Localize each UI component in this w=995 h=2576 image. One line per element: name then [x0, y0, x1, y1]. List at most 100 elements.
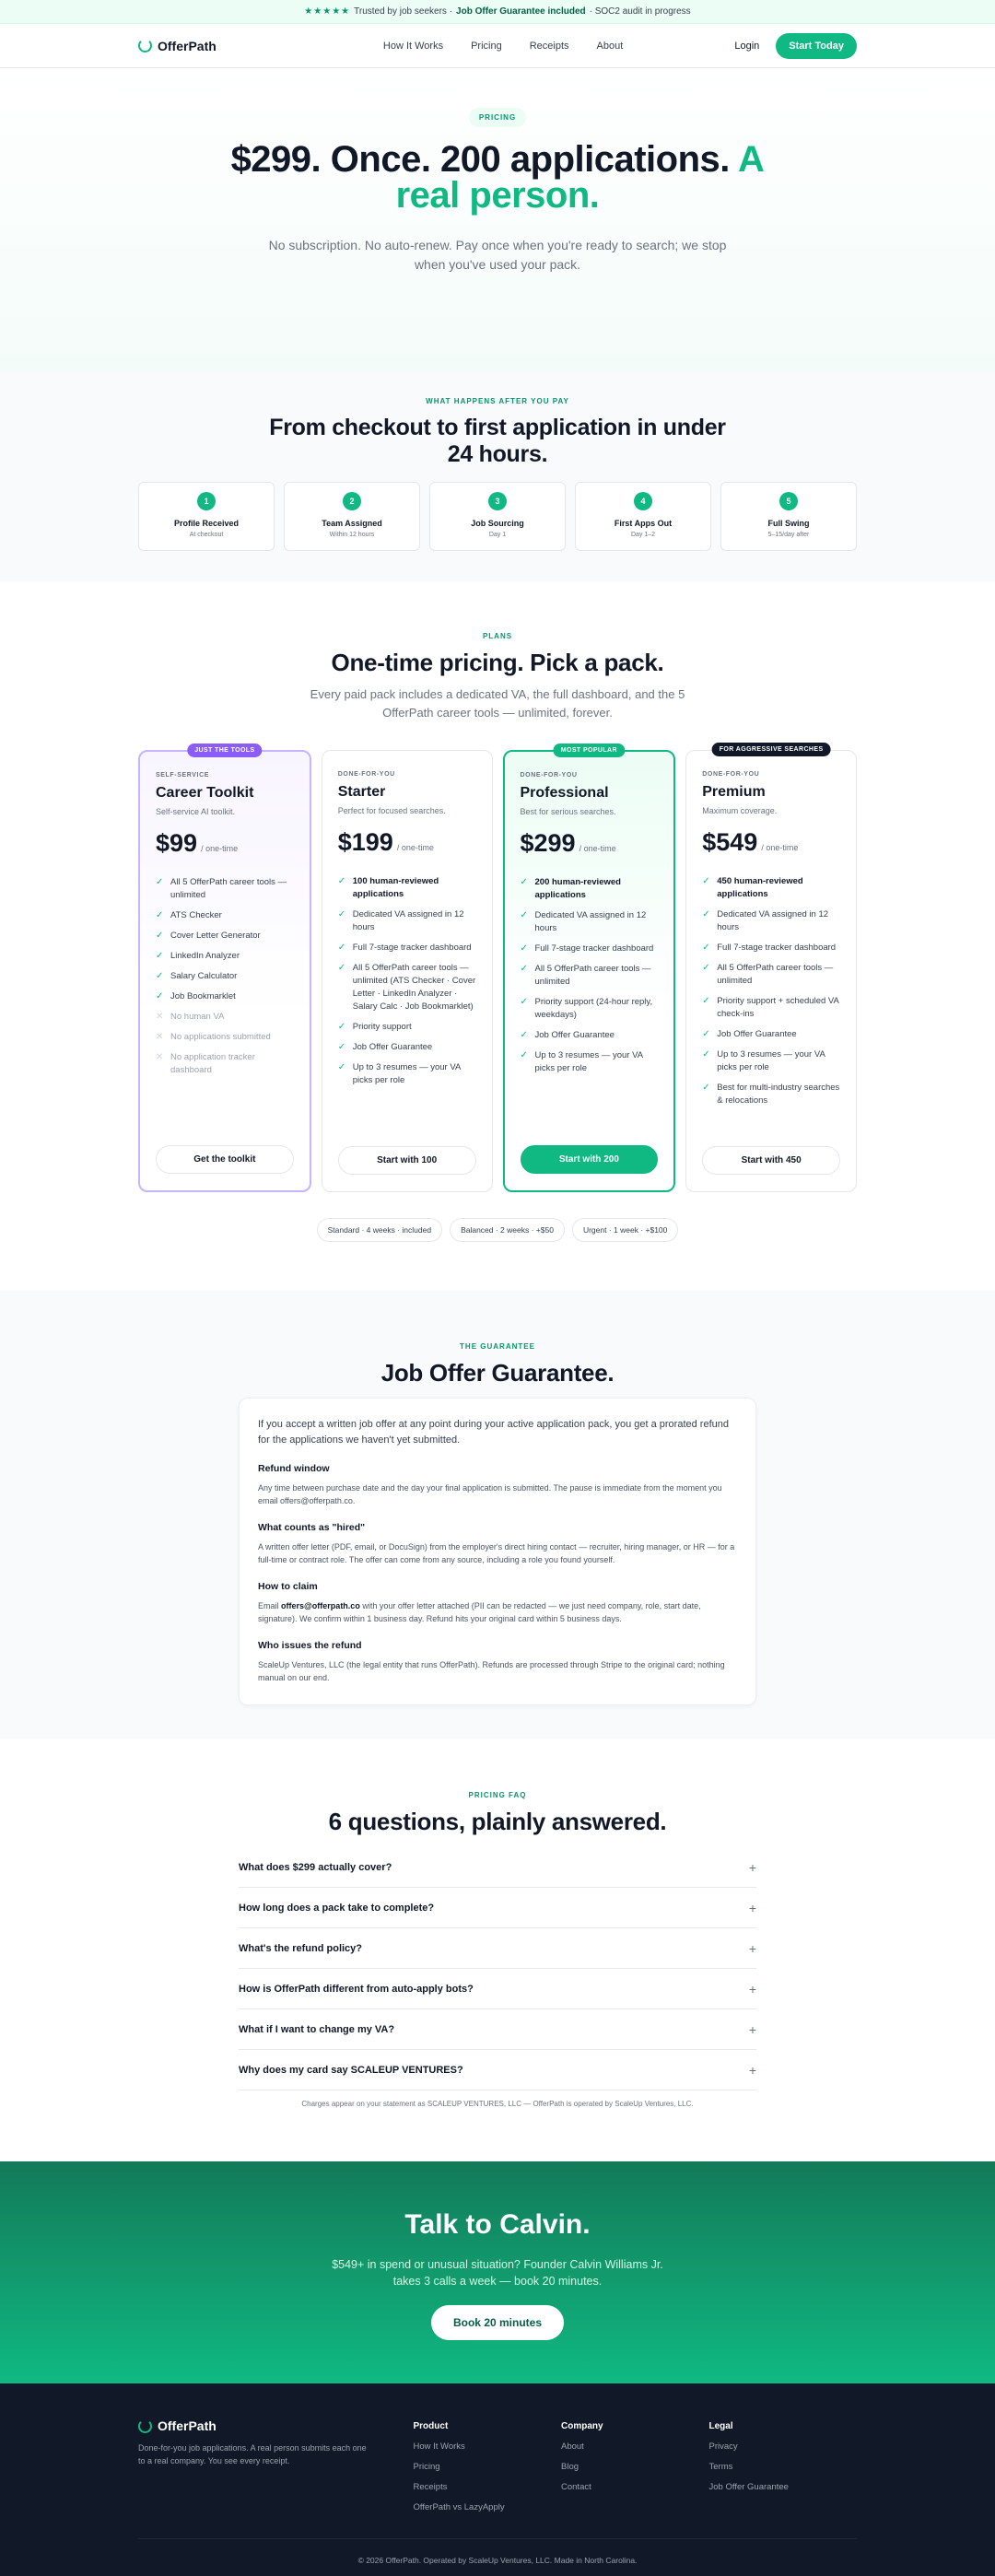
timeline-title: From checkout to first application in un…	[269, 415, 726, 467]
faq-item[interactable]: What's the refund policy? +	[239, 1928, 756, 1969]
pricing-card: DONE-FOR-YOU Starter Perfect for focused s…	[321, 750, 493, 1192]
pricing-card: MOST POPULAR DONE-FOR-YOU Professional Best…	[502, 744, 676, 1192]
feature-text: 450 human-reviewed applications	[717, 876, 803, 899]
check-icon: ✓	[156, 951, 164, 961]
nav-link-pricing[interactable]: Pricing	[471, 41, 502, 52]
step-number: 1	[197, 492, 216, 510]
stars-rating: ★★★★★	[304, 6, 351, 17]
speed-option-balanced[interactable]: Balanced · 2 weeks · +$50	[450, 1218, 565, 1242]
footer-link[interactable]: Contact	[561, 2482, 709, 2492]
feature-item: ✓ Salary Calculator	[156, 970, 294, 983]
faq-item[interactable]: How is OfferPath different from auto-app…	[239, 1969, 756, 2009]
footer-link[interactable]: How It Works	[414, 2441, 562, 2452]
nav-link-about[interactable]: About	[597, 41, 624, 52]
plan-cta-button[interactable]: Start with 200	[520, 1145, 659, 1174]
feature-text: No human VA	[170, 1012, 225, 1022]
x-icon: ✕	[156, 1032, 164, 1042]
guarantee-title: Job Offer Guarantee.	[380, 1359, 615, 1387]
feature-item: ✓ All 5 OfferPath career tools — unlimite…	[338, 962, 476, 1013]
footer-link[interactable]: Terms	[709, 2462, 858, 2472]
who-issues-heading: Who issues the refund	[258, 1640, 362, 1651]
plan-cta-button[interactable]: Start with 100	[337, 1146, 476, 1175]
footer-link[interactable]: Pricing	[414, 2462, 562, 2472]
feature-text: LinkedIn Analyzer	[170, 951, 240, 961]
footer-link[interactable]: About	[561, 2441, 709, 2452]
start-today-button[interactable]: Start Today	[776, 32, 857, 59]
logo-icon	[138, 2418, 152, 2433]
hero-subtitle: No subscription. No auto-renew. Pay once…	[268, 238, 727, 272]
check-icon: ✓	[520, 1030, 528, 1040]
hero-section: PRICING $299. Once. 200 applications. A …	[0, 68, 995, 372]
plan-price: $549	[702, 828, 758, 856]
login-link[interactable]: Login	[734, 41, 759, 52]
speed-option-urgent[interactable]: Urgent · 1 week · +$100	[571, 1218, 679, 1242]
pricing-card: JUST THE TOOLS SELF-SERVICE Career Toolkit…	[138, 744, 311, 1192]
feature-text: No application tracker dashboard	[170, 1052, 255, 1075]
check-icon: ✓	[156, 971, 164, 981]
plan-period: / one-time	[761, 843, 799, 852]
guarantee-eyebrow: THE GUARANTEE	[460, 1342, 535, 1351]
feature-text: Job Offer Guarantee	[717, 1029, 797, 1039]
feature-item: ✓ 450 human-reviewed applications	[702, 875, 840, 901]
feature-item: ✓ ATS Checker	[156, 909, 294, 922]
timeline-step: 1 Profile Received At checkout	[138, 482, 275, 551]
step-subtitle: At checkout	[189, 532, 224, 538]
feature-item: ✓ Full 7-stage tracker dashboard	[338, 942, 476, 954]
faq-eyebrow: PRICING FAQ	[468, 1791, 527, 1799]
brand-logo[interactable]: OfferPath	[138, 39, 217, 53]
nav-link-receipts[interactable]: Receipts	[530, 41, 569, 52]
step-subtitle: Day 1	[488, 532, 507, 538]
feature-text: Up to 3 resumes — your VA picks per role	[534, 1050, 643, 1073]
footer-link[interactable]: Job Offer Guarantee	[709, 2482, 858, 2492]
feature-text: Full 7-stage tracker dashboard	[717, 943, 837, 953]
feature-text: Dedicated VA assigned in 12 hours	[352, 909, 464, 932]
plan-name: Starter	[337, 784, 386, 800]
footer-logo[interactable]: OfferPath	[138, 2418, 414, 2433]
timeline-step: 3 Job Sourcing Day 1	[429, 482, 566, 551]
footer-link[interactable]: Privacy	[709, 2441, 858, 2452]
footer-link[interactable]: Receipts	[414, 2482, 562, 2492]
check-icon: ✓	[702, 1083, 710, 1093]
feature-list: ✓ All 5 OfferPath career tools — unlimite…	[156, 876, 294, 1145]
feature-text: No applications submitted	[170, 1032, 271, 1042]
faq-question: How is OfferPath different from auto-app…	[239, 1983, 474, 1995]
footer-col-legal: Legal Privacy Terms Job Offer Guarantee	[709, 2418, 858, 2512]
faq-item[interactable]: What does $299 actually cover? +	[239, 1847, 756, 1888]
nav-link-how-it-works[interactable]: How It Works	[383, 41, 443, 52]
check-icon: ✓	[156, 931, 164, 941]
feature-item: ✓ Job Offer Guarantee	[702, 1028, 840, 1041]
feature-list: ✓ 450 human-reviewed applications ✓ Dedicat…	[702, 875, 840, 1146]
step-title: Team Assigned	[322, 519, 382, 528]
hero-title-main: $299. Once. 200 applications.	[230, 139, 731, 180]
footer-tagline: Done-for-you job applications. A real pe…	[138, 2443, 367, 2465]
claim-email-link[interactable]: offers@offerpath.co	[281, 1601, 360, 1610]
plus-icon: +	[748, 1940, 756, 1956]
faq-question: What's the refund policy?	[239, 1942, 363, 1954]
footer-link[interactable]: OfferPath vs LazyApply	[414, 2502, 562, 2512]
plan-cta-button[interactable]: Get the toolkit	[156, 1145, 294, 1174]
logo-icon	[138, 39, 152, 53]
check-icon: ✓	[520, 910, 528, 920]
how-to-claim-text: Email offers@offerpath.co with your offe…	[258, 1599, 737, 1625]
check-icon: ✓	[702, 1049, 710, 1060]
book-call-button[interactable]: Book 20 minutes	[430, 2305, 565, 2340]
speed-option-standard[interactable]: Standard · 4 weeks · included	[316, 1218, 443, 1242]
plan-cta-button[interactable]: Start with 450	[702, 1146, 840, 1175]
faq-item[interactable]: What if I want to change my VA? +	[239, 2009, 756, 2050]
footer-link[interactable]: Blog	[561, 2462, 709, 2472]
feature-list: ✓ 200 human-reviewed applications ✓ Dedicat…	[521, 876, 659, 1145]
feature-item: ✓ Priority support (24-hour reply, weekda…	[521, 996, 659, 1022]
feature-text: All 5 OfferPath career tools — unlimited	[717, 963, 834, 986]
plan-description: Maximum coverage.	[702, 806, 778, 815]
timeline-step: 4 First Apps Out Day 1–2	[575, 482, 711, 551]
feature-item: ✓ Up to 3 resumes — your VA picks per rol…	[702, 1048, 840, 1074]
check-icon: ✓	[337, 909, 346, 919]
nav-links: How It Works Pricing Receipts About	[383, 41, 623, 52]
check-icon: ✓	[156, 877, 164, 887]
feature-text: Job Offer Guarantee	[352, 1042, 433, 1052]
feature-item: ✕ No human VA	[156, 1011, 294, 1024]
guarantee-intro: If you accept a written job offer at any…	[258, 1419, 729, 1446]
plan-name: Premium	[702, 784, 766, 800]
faq-item[interactable]: How long does a pack take to complete? +	[239, 1888, 756, 1928]
faq-item[interactable]: Why does my card say SCALEUP VENTURES? +	[239, 2050, 756, 2090]
